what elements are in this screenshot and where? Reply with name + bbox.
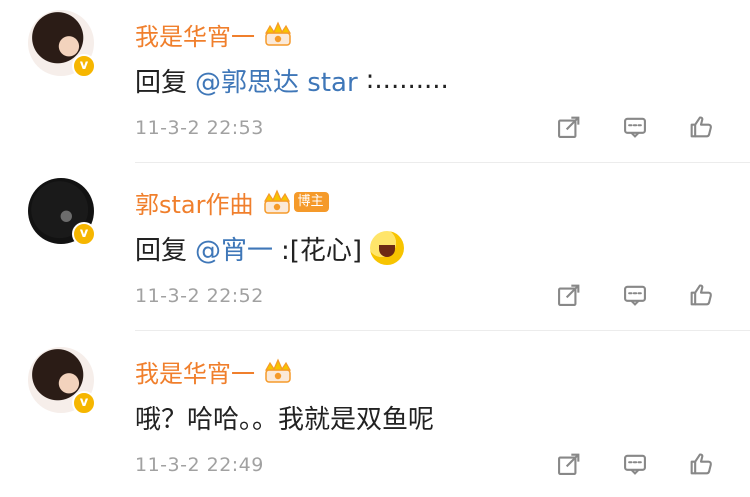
reply-label: 回复 bbox=[135, 67, 188, 98]
comment-header: 郭star作曲 博主 bbox=[135, 185, 329, 220]
share-button[interactable] bbox=[554, 280, 584, 310]
comment-content: :[花心] bbox=[281, 235, 363, 266]
timestamp: 11-3-2 22:53 bbox=[135, 117, 264, 139]
comment-content: 哦？哈哈。。我就是双鱼呢 bbox=[135, 404, 435, 435]
avatar[interactable]: v bbox=[28, 10, 96, 78]
share-button[interactable] bbox=[554, 112, 584, 142]
comment-actions bbox=[554, 280, 716, 310]
verified-icon: v bbox=[72, 54, 96, 78]
comment-icon bbox=[624, 285, 646, 306]
comment-actions bbox=[554, 112, 716, 142]
reply-label: 回复 bbox=[135, 235, 188, 266]
comment-text: 回复 @郭思达 star :......... bbox=[135, 60, 449, 100]
comment-button[interactable] bbox=[620, 449, 650, 479]
like-button[interactable] bbox=[686, 449, 716, 479]
share-icon bbox=[558, 284, 580, 306]
comment-header: 我是华宵一 bbox=[135, 17, 293, 52]
crown-icon bbox=[263, 20, 293, 48]
divider bbox=[135, 330, 750, 331]
avatar[interactable]: v bbox=[28, 347, 96, 415]
username[interactable]: 我是华宵一 bbox=[135, 354, 255, 389]
timestamp: 11-3-2 22:49 bbox=[135, 454, 264, 476]
comment-icon bbox=[624, 454, 646, 475]
verified-icon: v bbox=[72, 391, 96, 415]
comment-actions bbox=[554, 449, 716, 479]
like-icon bbox=[690, 284, 712, 306]
comment-text: 哦？哈哈。。我就是双鱼呢 bbox=[135, 397, 434, 437]
username[interactable]: 郭star作曲 bbox=[135, 185, 254, 220]
divider bbox=[135, 162, 750, 163]
comment-meta: 11-3-2 22:53 bbox=[135, 113, 264, 143]
avatar[interactable]: v bbox=[28, 178, 96, 246]
author-badge: 博主 bbox=[262, 188, 329, 216]
author-badge-label: 博主 bbox=[293, 192, 329, 212]
mention-link[interactable]: @宵一 bbox=[195, 230, 273, 267]
comment-item: v 我是华宵一 哦？哈哈。。我就是双鱼呢 11-3-2 22:49 bbox=[0, 337, 750, 497]
comment-text: 回复 @宵一 :[花心] bbox=[135, 228, 405, 268]
like-button[interactable] bbox=[686, 112, 716, 142]
comment-icon bbox=[624, 117, 646, 138]
comment-item: v 我是华宵一 回复 @郭思达 star :......... 11-3-2 2… bbox=[0, 0, 750, 163]
laugh-emoji-icon bbox=[370, 231, 405, 265]
comment-content: :......... bbox=[365, 65, 449, 95]
mention-link[interactable]: @郭思达 star bbox=[195, 62, 358, 99]
like-button[interactable] bbox=[686, 280, 716, 310]
crown-icon bbox=[263, 357, 293, 385]
comment-header: 我是华宵一 bbox=[135, 354, 293, 389]
timestamp: 11-3-2 22:52 bbox=[135, 285, 264, 307]
comment-item: v 郭star作曲 博主 回复 @宵一 :[花心] 11-3-2 22:52 bbox=[0, 168, 750, 331]
share-icon bbox=[558, 116, 580, 138]
like-icon bbox=[690, 453, 712, 475]
comment-meta: 11-3-2 22:52 bbox=[135, 281, 264, 311]
comment-button[interactable] bbox=[620, 112, 650, 142]
share-button[interactable] bbox=[554, 449, 584, 479]
comment-button[interactable] bbox=[620, 280, 650, 310]
crown-icon bbox=[262, 188, 292, 216]
share-icon bbox=[558, 453, 580, 475]
username[interactable]: 我是华宵一 bbox=[135, 17, 255, 52]
like-icon bbox=[690, 116, 712, 138]
verified-icon: v bbox=[72, 222, 96, 246]
comment-meta: 11-3-2 22:49 bbox=[135, 450, 264, 480]
